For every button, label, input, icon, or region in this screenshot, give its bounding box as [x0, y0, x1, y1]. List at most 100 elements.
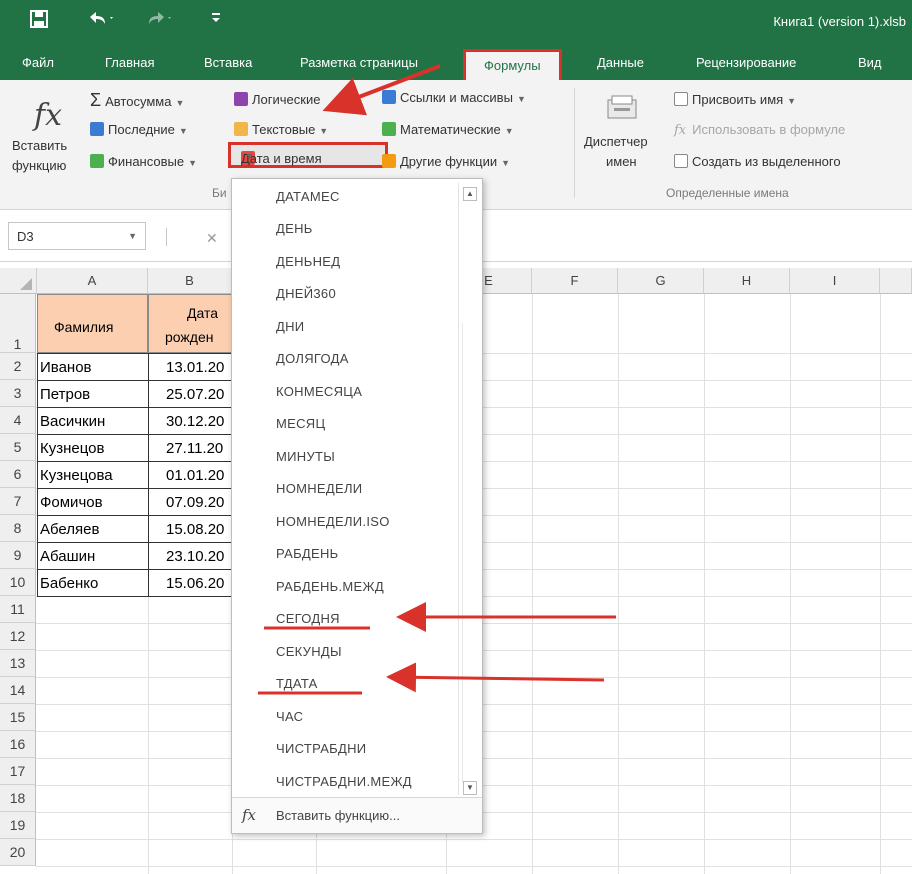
row-header[interactable]: 1 — [0, 294, 36, 353]
cell-name[interactable]: Бабенко — [40, 575, 98, 592]
insert-function-button[interactable]: fx Вставить функцию — [6, 86, 82, 186]
financial-button[interactable]: Финансовые ▼ — [90, 154, 197, 169]
column-header-b[interactable]: B — [148, 268, 232, 294]
select-all-corner[interactable] — [0, 268, 37, 294]
autosum-button[interactable]: Σ Автосумма ▼ — [90, 90, 184, 111]
cell-date[interactable]: 15.08.20 — [166, 521, 224, 538]
menu-item-datames[interactable]: ДАТАМЕС — [276, 189, 340, 204]
menu-item-minuty[interactable]: МИНУТЫ — [276, 449, 335, 464]
menu-item-dolyagoda[interactable]: ДОЛЯГОДА — [276, 351, 349, 366]
tab-formulas[interactable]: Формулы — [463, 49, 562, 80]
menu-item-chas[interactable]: ЧАС — [276, 709, 303, 724]
row-header[interactable]: 15 — [0, 704, 36, 731]
row-header[interactable]: 18 — [0, 785, 36, 812]
row-header[interactable]: 10 — [0, 569, 36, 596]
insert-function-menu-item[interactable]: fx Вставить функцию... — [232, 797, 482, 833]
cell-name[interactable]: Петров — [40, 386, 90, 403]
menu-item-den[interactable]: ДЕНЬ — [276, 221, 313, 236]
other-functions-button[interactable]: Другие функции ▼ — [382, 154, 510, 169]
menu-item-sekundy[interactable]: СЕКУНДЫ — [276, 644, 342, 659]
cell-date[interactable]: 15.06.20 — [166, 575, 224, 592]
menu-item-rabden-mezhd[interactable]: РАБДЕНЬ.МЕЖД — [276, 579, 384, 594]
row-header[interactable]: 2 — [0, 353, 36, 380]
cell-name[interactable]: Иванов — [40, 359, 92, 376]
menu-item-dennned[interactable]: ДЕНЬНЕД — [276, 254, 340, 269]
row-header[interactable]: 4 — [0, 407, 36, 434]
menu-item-nomnedeli[interactable]: НОМНЕДЕЛИ — [276, 481, 362, 496]
row-header[interactable]: 7 — [0, 488, 36, 515]
scroll-down-icon[interactable]: ▼ — [463, 781, 477, 795]
cell-date[interactable]: 07.09.20 — [166, 494, 224, 511]
tab-insert[interactable]: Вставка — [204, 55, 252, 70]
column-header-g[interactable]: G — [618, 268, 704, 294]
cell-date[interactable]: 01.01.20 — [166, 467, 224, 484]
date-time-button[interactable]: Дата и время ▼ — [228, 142, 388, 168]
logical-button[interactable]: Логические — [234, 92, 320, 107]
tab-review[interactable]: Рецензирование — [696, 55, 796, 70]
column-header-i[interactable]: I — [790, 268, 880, 294]
menu-item-konmesyatsa[interactable]: КОНМЕСЯЦА — [276, 384, 362, 399]
scrollbar-thumb[interactable] — [462, 323, 476, 783]
column-header-f[interactable]: F — [532, 268, 618, 294]
column-header-a[interactable]: A — [37, 268, 148, 294]
tab-file[interactable]: Файл — [22, 55, 54, 70]
cell-date[interactable]: 23.10.20 — [166, 548, 224, 565]
menu-item-rabden[interactable]: РАБДЕНЬ — [276, 546, 339, 561]
text-button[interactable]: Текстовые ▼ — [234, 122, 328, 137]
row-header[interactable]: 19 — [0, 812, 36, 839]
row-header[interactable]: 3 — [0, 380, 36, 407]
cell-name[interactable]: Абеляев — [40, 521, 99, 538]
cell-b1[interactable]: Дата рожден — [148, 294, 232, 353]
name-box[interactable]: D3 ▼ — [8, 222, 146, 250]
define-name-button[interactable]: Присвоить имя ▼ — [674, 92, 796, 107]
cell-name[interactable]: Кузнецова — [40, 467, 113, 484]
row-header[interactable]: 12 — [0, 623, 36, 650]
menu-item-chistrabdni[interactable]: ЧИСТРАБДНИ — [276, 741, 366, 756]
use-in-formula-button[interactable]: fx Использовать в формуле — [674, 122, 845, 138]
menu-item-mesyats[interactable]: МЕСЯЦ — [276, 416, 325, 431]
math-button[interactable]: Математические ▼ — [382, 122, 514, 137]
customize-toolbar-icon[interactable] — [210, 10, 222, 27]
row-header[interactable]: 9 — [0, 542, 36, 569]
row-header[interactable]: 6 — [0, 461, 36, 488]
cell-name[interactable]: Васичкин — [40, 413, 105, 430]
save-icon[interactable] — [30, 10, 48, 33]
row-header[interactable]: 8 — [0, 515, 36, 542]
row-header[interactable]: 16 — [0, 731, 36, 758]
tab-data[interactable]: Данные — [597, 55, 644, 70]
row-header[interactable]: 5 — [0, 434, 36, 461]
menu-item-segodnya[interactable]: СЕГОДНЯ — [276, 611, 340, 626]
undo-icon[interactable] — [86, 8, 116, 33]
cell-name[interactable]: Абашин — [40, 548, 95, 565]
cell-name[interactable]: Фомичов — [40, 494, 103, 511]
chevron-down-icon[interactable]: ▼ — [128, 231, 137, 241]
menu-item-dney360[interactable]: ДНЕЙ360 — [276, 286, 336, 301]
cell-name[interactable]: Кузнецов — [40, 440, 104, 457]
dropdown-scrollbar[interactable]: ▲ ▼ — [458, 183, 480, 795]
row-header[interactable]: 14 — [0, 677, 36, 704]
column-header-j[interactable] — [880, 268, 912, 294]
row-header[interactable]: 11 — [0, 596, 36, 623]
menu-item-nomnedeli-iso[interactable]: НОМНЕДЕЛИ.ISO — [276, 514, 390, 529]
row-header[interactable]: 20 — [0, 839, 36, 866]
cell-date[interactable]: 27.11.20 — [166, 440, 223, 457]
menu-item-chistrabdni-mezhd[interactable]: ЧИСТРАБДНИ.МЕЖД — [276, 774, 412, 789]
row-header[interactable]: 13 — [0, 650, 36, 677]
menu-item-dni[interactable]: ДНИ — [276, 319, 304, 334]
cancel-icon[interactable]: ✕ — [206, 230, 218, 247]
tab-home[interactable]: Главная — [105, 55, 154, 70]
menu-item-tdata[interactable]: ТДАТА — [276, 676, 318, 691]
cell-date[interactable]: 13.01.20 — [166, 359, 224, 376]
create-from-selection-button[interactable]: Создать из выделенного — [674, 154, 841, 169]
row-header[interactable]: 17 — [0, 758, 36, 785]
scroll-up-icon[interactable]: ▲ — [463, 187, 477, 201]
name-manager-button[interactable]: Диспетчер имен — [580, 94, 666, 186]
tab-view[interactable]: Вид — [858, 55, 882, 70]
lookup-button[interactable]: Ссылки и массивы ▼ — [382, 90, 526, 105]
tab-page-layout[interactable]: Разметка страницы — [300, 55, 418, 70]
recent-button[interactable]: Последние ▼ — [90, 122, 188, 137]
redo-icon[interactable] — [144, 8, 174, 33]
cell-date[interactable]: 25.07.20 — [166, 386, 224, 403]
cell-a1[interactable]: Фамилия — [37, 294, 148, 353]
cell-date[interactable]: 30.12.20 — [166, 413, 224, 430]
